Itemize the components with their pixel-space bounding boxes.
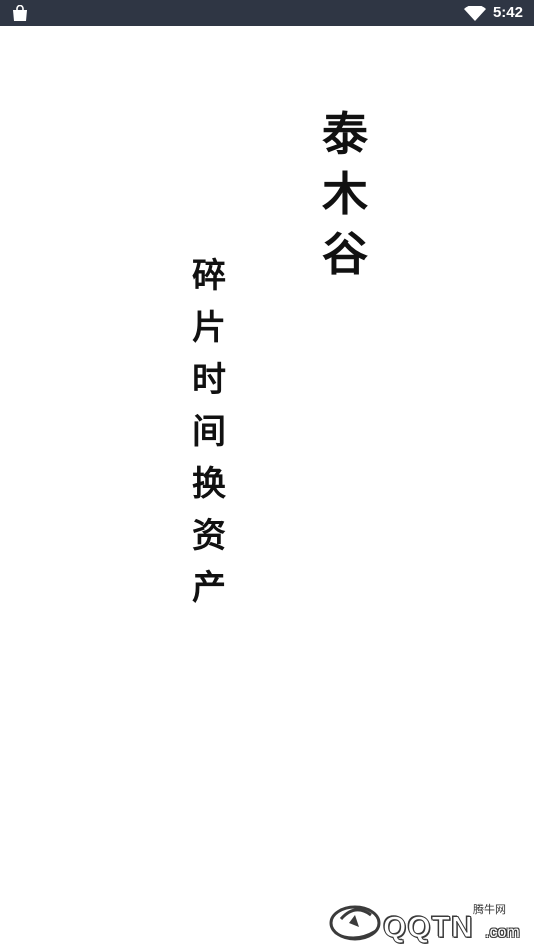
brand-char: 木 bbox=[322, 167, 368, 221]
slogan-char: 产 bbox=[192, 568, 226, 608]
slogan-char: 碎 bbox=[192, 256, 226, 296]
slogan-char: 间 bbox=[192, 412, 226, 452]
watermark: 腾牛网 QQTN .com bbox=[325, 893, 530, 945]
watermark-brand: QQTN bbox=[383, 911, 474, 944]
slogan-char: 资 bbox=[192, 516, 226, 556]
slogan-vertical: 碎 片 时 间 换 资 产 bbox=[186, 250, 232, 614]
wifi-icon bbox=[464, 6, 486, 21]
brand-name-vertical: 泰 木 谷 bbox=[318, 104, 372, 284]
shopping-bag-icon bbox=[13, 5, 27, 21]
watermark-suffix: .com bbox=[485, 924, 520, 941]
status-time: 5:42 bbox=[492, 4, 523, 21]
slogan-char: 片 bbox=[192, 308, 226, 348]
slogan-char: 时 bbox=[192, 360, 226, 400]
status-bar: 5:42 bbox=[0, 0, 534, 26]
qqtn-logo-icon bbox=[329, 905, 381, 941]
brand-char: 泰 bbox=[322, 107, 368, 161]
watermark-cn-name: 腾牛网 bbox=[473, 903, 506, 916]
slogan-char: 换 bbox=[192, 464, 226, 504]
brand-char: 谷 bbox=[322, 227, 368, 281]
